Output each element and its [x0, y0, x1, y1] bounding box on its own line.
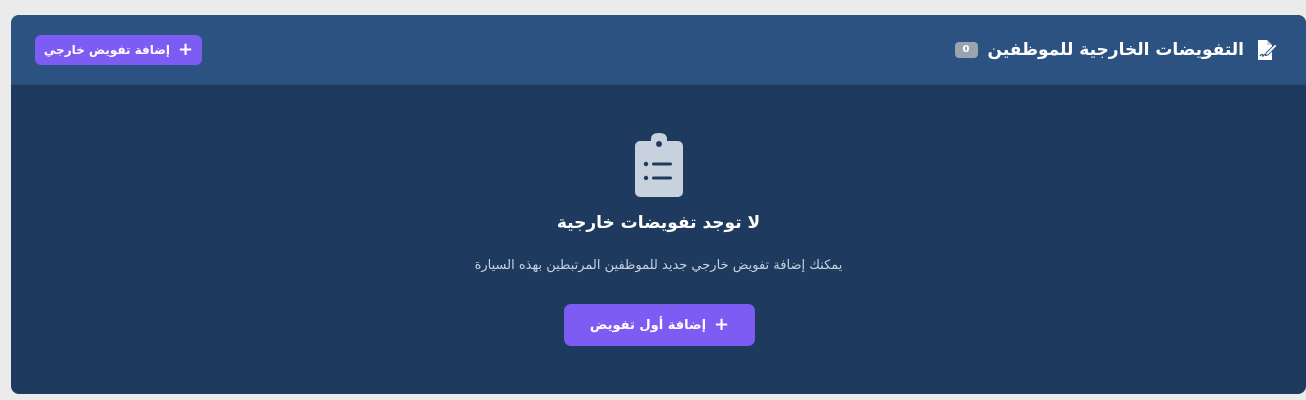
- add-button-label: إضافة تفويض خارجي: [43, 42, 171, 57]
- add-first-authorization-button[interactable]: + إضافة أول تفويض: [564, 304, 755, 346]
- plus-icon: +: [178, 38, 194, 60]
- empty-state-subtitle: يمكنك إضافة تفويض خارجي جديد للموظفين ال…: [474, 258, 843, 273]
- card-header: + إضافة تفويض خارجي التفويضات الخارجية ل…: [11, 15, 1306, 85]
- file-signature-icon: [1254, 38, 1278, 62]
- count-badge: 0: [954, 41, 978, 58]
- empty-state-title: لا توجد تفويضات خارجية: [556, 213, 761, 233]
- add-external-authorization-button[interactable]: + إضافة تفويض خارجي: [35, 34, 202, 65]
- external-authorizations-card: + إضافة تفويض خارجي التفويضات الخارجية ل…: [11, 15, 1306, 394]
- clipboard-list-icon: [631, 133, 687, 199]
- card-title-group: التفويضات الخارجية للموظفين 0: [954, 38, 1278, 62]
- card-title: التفويضات الخارجية للموظفين: [987, 39, 1244, 60]
- add-first-button-label: إضافة أول تفويض: [589, 317, 707, 333]
- plus-icon: +: [714, 314, 730, 335]
